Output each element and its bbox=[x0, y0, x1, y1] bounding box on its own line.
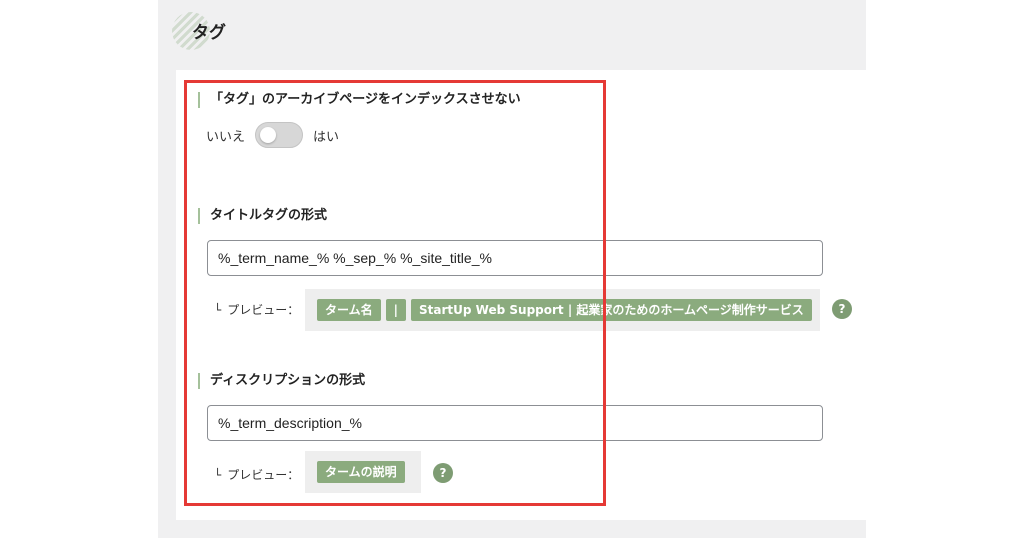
title-format-input[interactable]: %_term_name_% %_sep_% %_site_title_% bbox=[207, 240, 823, 276]
preview-chip-site-title: StartUp Web Support | 起業家のためのホームページ制作サービ… bbox=[411, 299, 812, 321]
title-preview-label: プレビュー： bbox=[227, 303, 300, 317]
corner-icon: └ bbox=[214, 302, 222, 317]
section-heading: タグ bbox=[172, 10, 226, 50]
description-preview-label-row: └ プレビュー： bbox=[214, 466, 299, 483]
noindex-label: 「タグ」のアーカイブページをインデックスさせない bbox=[198, 92, 521, 108]
toggle-on-label: はい bbox=[313, 129, 340, 145]
toggle-off-label: いいえ bbox=[206, 129, 246, 145]
description-format-input[interactable]: %_term_description_% bbox=[207, 405, 823, 441]
description-preview-box: タームの説明 bbox=[305, 451, 421, 493]
title-preview-box: ターム名 | StartUp Web Support | 起業家のためのホームペ… bbox=[305, 289, 820, 331]
description-preview-label: プレビュー： bbox=[227, 468, 300, 482]
description-format-label: ディスクリプションの形式 bbox=[198, 373, 365, 389]
preview-chip-term-description: タームの説明 bbox=[317, 461, 405, 483]
title-help-icon[interactable]: ? bbox=[832, 299, 852, 319]
corner-icon: └ bbox=[214, 467, 222, 482]
preview-chip-term-name: ターム名 bbox=[317, 299, 381, 321]
noindex-toggle[interactable] bbox=[255, 122, 304, 148]
noindex-toggle-row: いいえ はい bbox=[206, 122, 339, 148]
toggle-knob bbox=[260, 127, 277, 143]
preview-chip-separator: | bbox=[385, 299, 407, 321]
section-title: タグ bbox=[192, 22, 226, 43]
title-preview-label-row: └ プレビュー： bbox=[214, 301, 299, 318]
title-format-label: タイトルタグの形式 bbox=[198, 208, 327, 224]
description-help-icon[interactable]: ? bbox=[433, 463, 453, 483]
